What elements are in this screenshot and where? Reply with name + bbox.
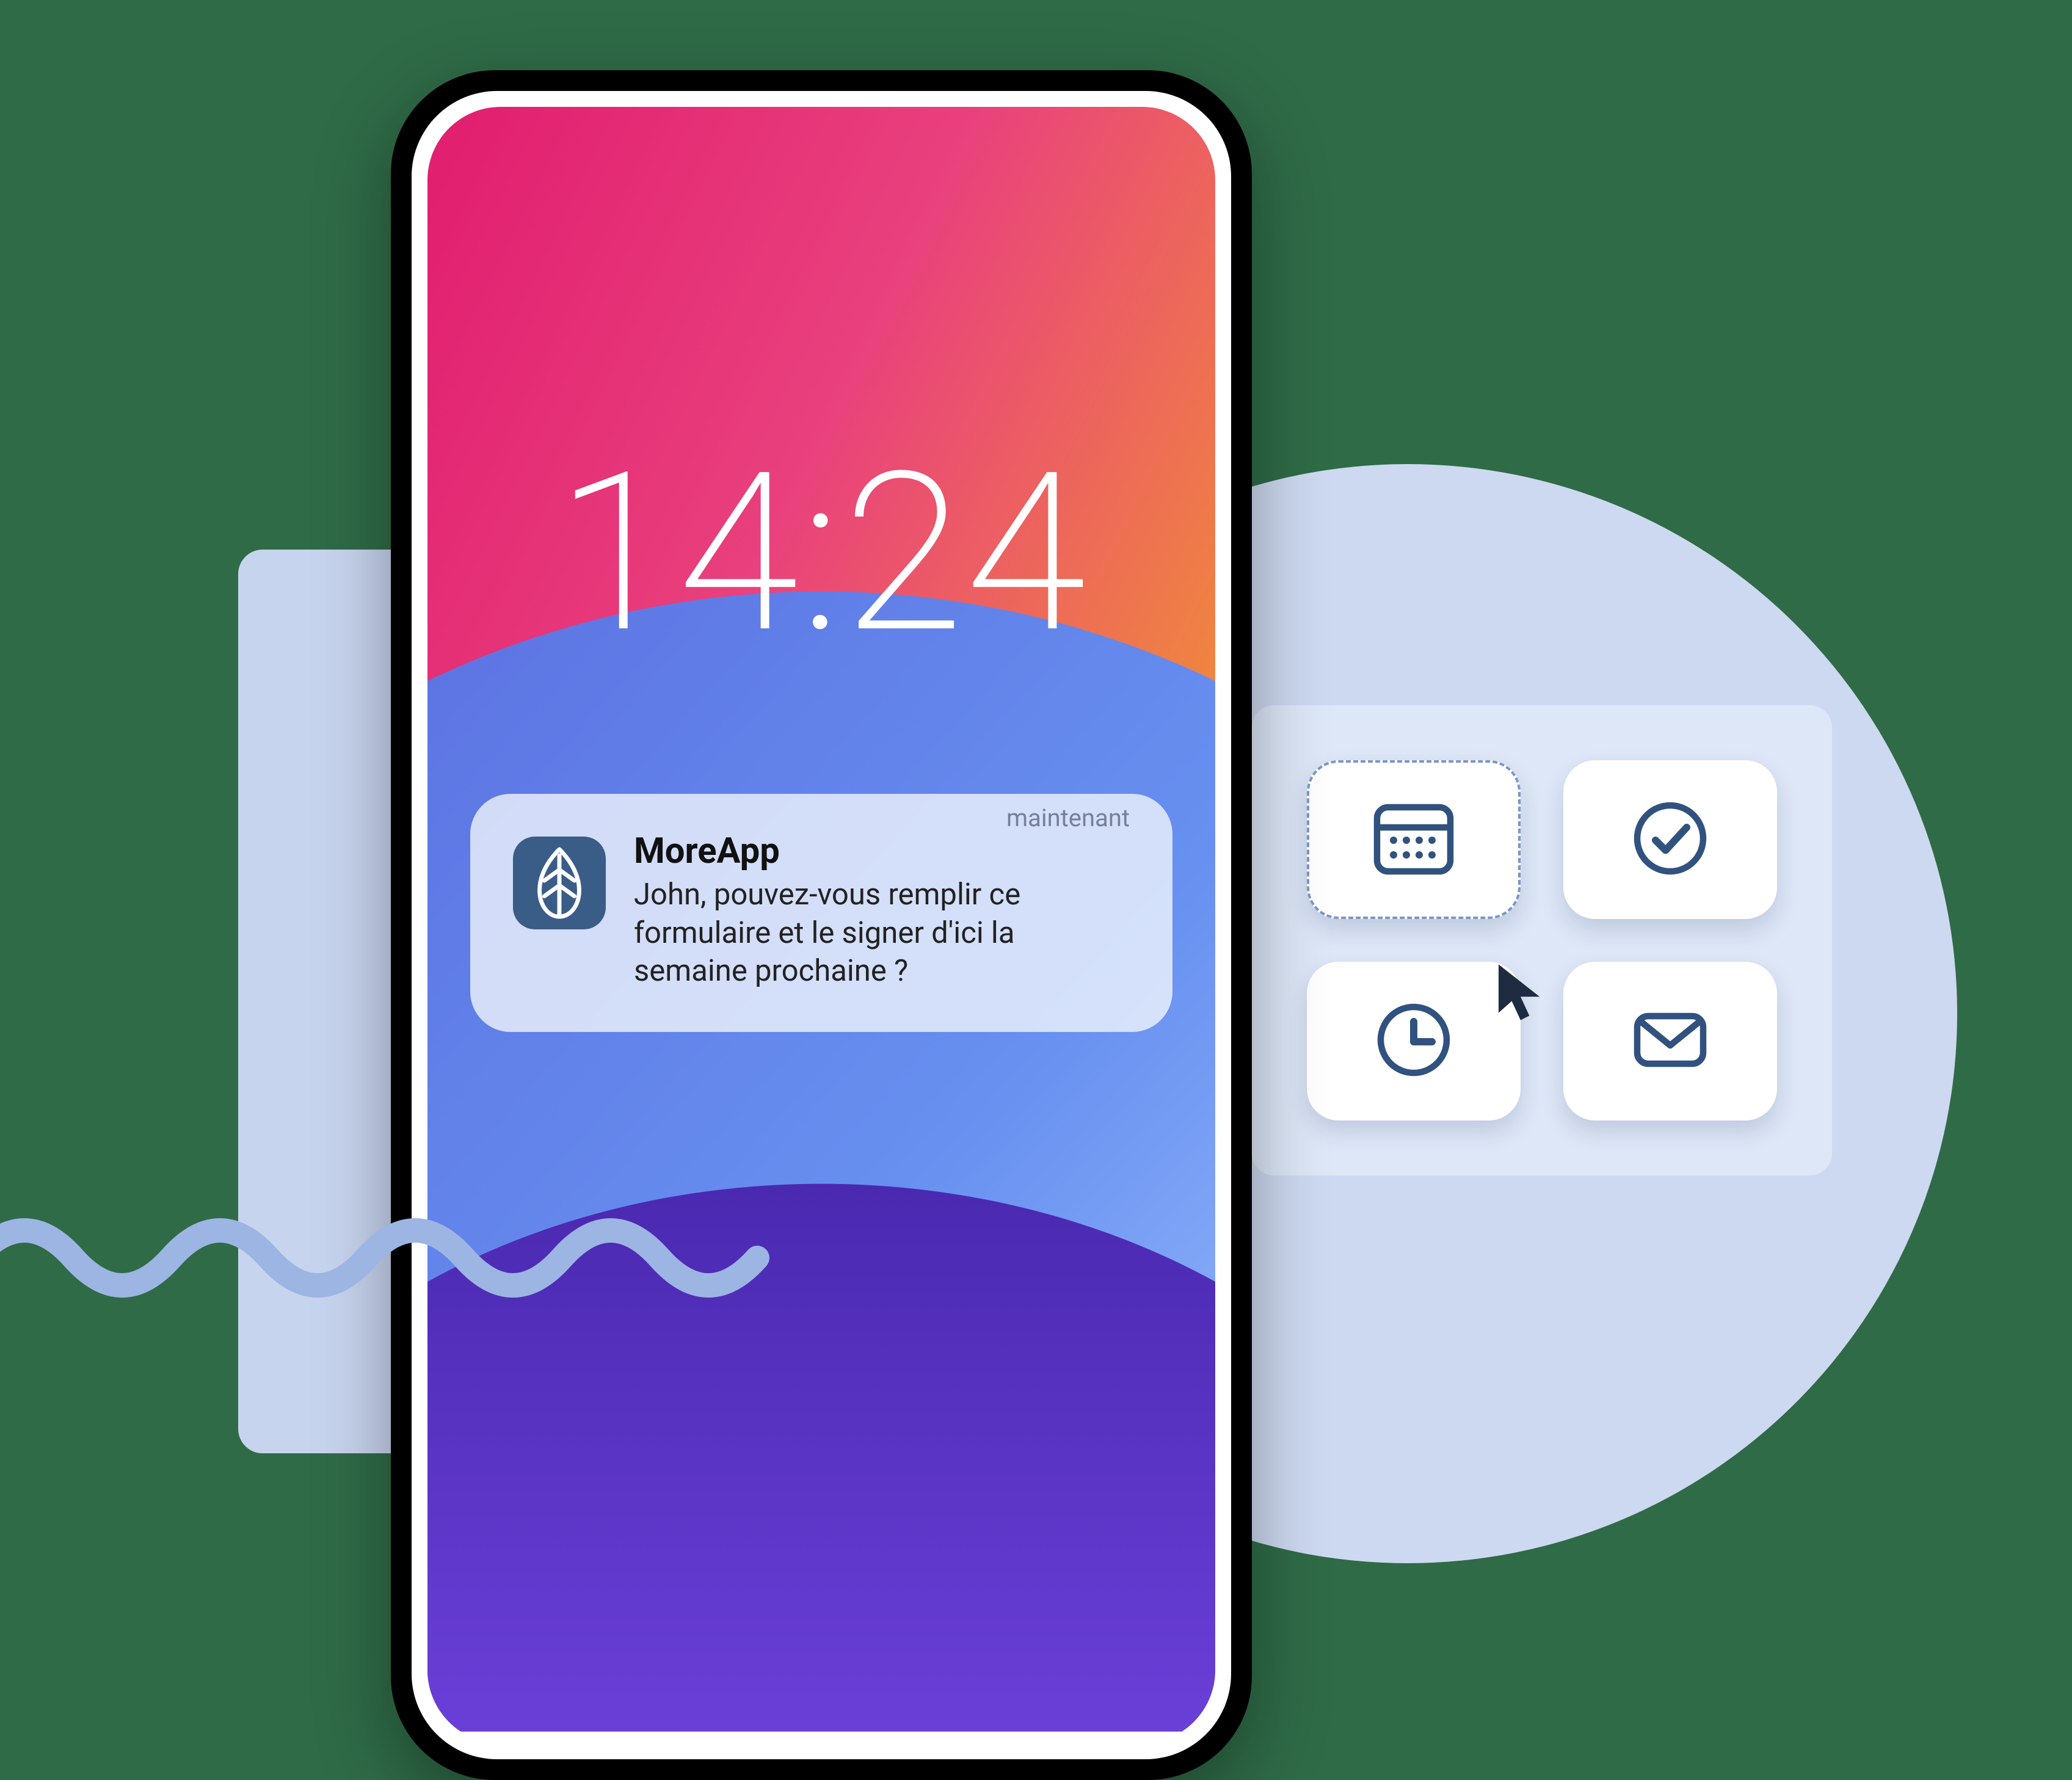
phone-screen: 14:24 MoreApp maintenant [427,107,1215,1743]
clock-icon [1368,994,1459,1088]
notification-app-icon [513,837,606,929]
notification-title: MoreApp [634,830,780,872]
check-circle-icon [1624,793,1716,887]
widget-panel [1252,705,1832,1175]
mail-icon [1624,994,1716,1088]
lockscreen-clock: 14:24 [427,424,1215,682]
notification-timestamp: maintenant [1006,804,1130,832]
calendar-icon [1368,793,1459,887]
cursor-icon [1484,956,1557,1029]
notification-body: John, pouvez-vous remplir ce formulaire … [634,876,1130,990]
tile-mail[interactable] [1563,962,1777,1121]
tile-calendar[interactable] [1307,760,1521,919]
tile-check[interactable] [1563,760,1777,919]
decorative-wave [0,1197,769,1319]
push-notification[interactable]: MoreApp maintenant John, pouvez-vous rem… [470,794,1172,1032]
phone-mockup: 14:24 MoreApp maintenant [391,70,1252,1780]
